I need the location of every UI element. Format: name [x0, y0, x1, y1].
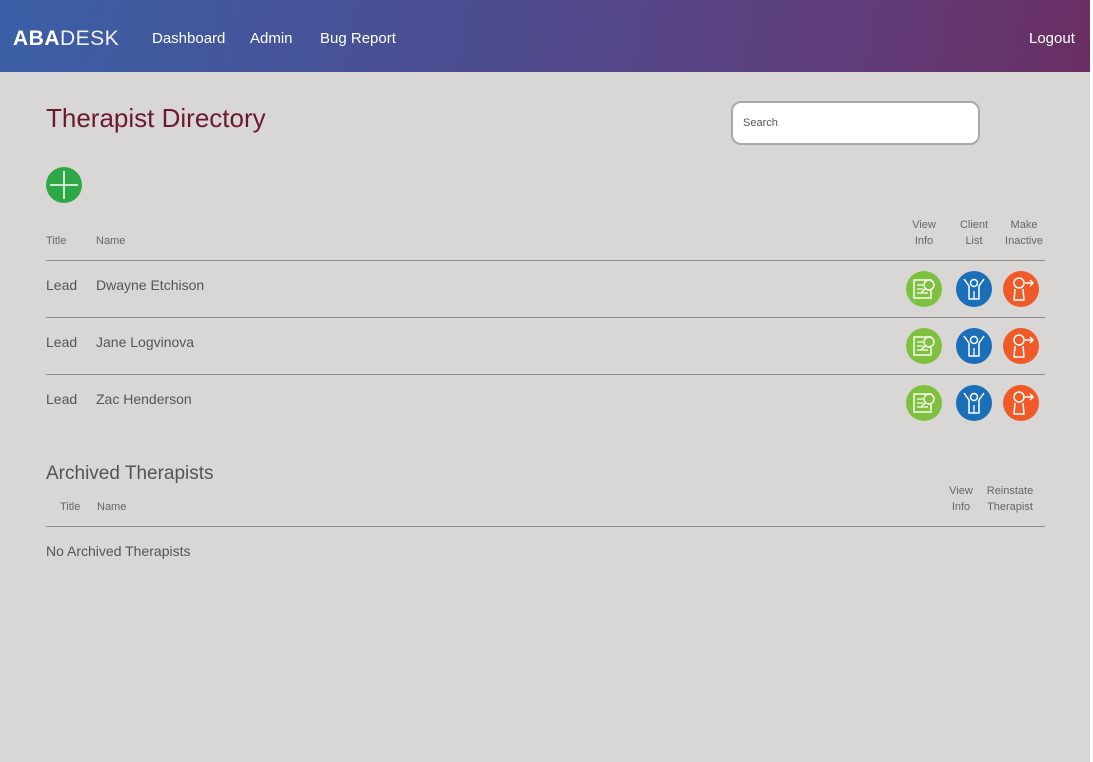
column-header-make-inactive-line1: Make: [1010, 219, 1038, 231]
make-inactive-button[interactable]: [1003, 385, 1039, 421]
client-list-button[interactable]: [956, 271, 992, 307]
row-title: Lead: [46, 277, 78, 293]
logout-link[interactable]: Logout: [1029, 30, 1075, 48]
column-header-view-info: View Info: [904, 217, 944, 249]
column-header-client-list-line1: Client: [959, 219, 989, 231]
archived-table-divider: [46, 526, 1045, 527]
person-exit-icon: [1013, 334, 1035, 358]
search-input[interactable]: [731, 101, 980, 145]
make-inactive-button[interactable]: [1003, 271, 1039, 307]
archived-column-header-view-info-line2: Info: [951, 501, 971, 513]
brand-logo[interactable]: ABADESK: [13, 27, 119, 51]
column-header-make-inactive-line2: Inactive: [1005, 235, 1043, 247]
child-figure-icon: [963, 392, 985, 414]
brand-name-bold: ABA: [13, 27, 60, 50]
table-divider: [46, 260, 1045, 261]
archived-column-header-title: Title: [60, 501, 81, 513]
view-info-button[interactable]: [906, 271, 942, 307]
row-name: Zac Henderson: [96, 391, 192, 407]
brand-name-light: DESK: [60, 27, 120, 50]
column-header-title: Title: [46, 235, 67, 247]
column-header-make-inactive: Make Inactive: [999, 217, 1049, 249]
page-title: Therapist Directory: [46, 103, 266, 133]
archived-column-header-name: Name: [97, 501, 127, 513]
child-figure-icon: [963, 278, 985, 300]
add-therapist-button[interactable]: [46, 167, 82, 203]
top-navbar: ABADESK Dashboard Admin Bug Report Logou…: [0, 0, 1093, 72]
notepad-search-icon: [913, 393, 935, 413]
make-inactive-button[interactable]: [1003, 328, 1039, 364]
column-header-name: Name: [96, 235, 126, 247]
archived-column-header-reinstate-line2: Therapist: [987, 501, 1033, 513]
row-title: Lead: [46, 334, 78, 350]
archived-column-header-view-info: View Info: [941, 483, 981, 515]
row-title: Lead: [46, 391, 78, 407]
row-divider: [46, 317, 1045, 318]
column-header-client-list-line2: List: [965, 235, 983, 247]
nav-admin[interactable]: Admin: [250, 30, 293, 48]
child-figure-icon: [963, 335, 985, 357]
archived-section-title: Archived Therapists: [46, 463, 214, 484]
row-name: Dwayne Etchison: [96, 277, 205, 293]
column-header-client-list: Client List: [954, 217, 994, 249]
person-exit-icon: [1013, 277, 1035, 301]
view-info-button[interactable]: [906, 328, 942, 364]
client-list-button[interactable]: [956, 385, 992, 421]
archived-column-header-reinstate-line1: Reinstate: [986, 485, 1034, 497]
row-name: Jane Logvinova: [96, 334, 195, 350]
client-list-button[interactable]: [956, 328, 992, 364]
archived-column-header-reinstate: Reinstate Therapist: [980, 483, 1040, 515]
person-exit-icon: [1013, 391, 1035, 415]
nav-bug-report[interactable]: Bug Report: [320, 30, 396, 48]
archived-empty-message: No Archived Therapists: [46, 543, 191, 559]
notepad-search-icon: [913, 336, 935, 356]
row-divider: [46, 374, 1045, 375]
view-info-button[interactable]: [906, 385, 942, 421]
column-header-view-info-line1: View: [912, 219, 936, 231]
notepad-search-icon: [913, 279, 935, 299]
nav-dashboard[interactable]: Dashboard: [152, 30, 225, 48]
plus-icon: [50, 171, 78, 199]
column-header-view-info-line2: Info: [914, 235, 934, 247]
archived-column-header-view-info-line1: View: [949, 485, 973, 497]
